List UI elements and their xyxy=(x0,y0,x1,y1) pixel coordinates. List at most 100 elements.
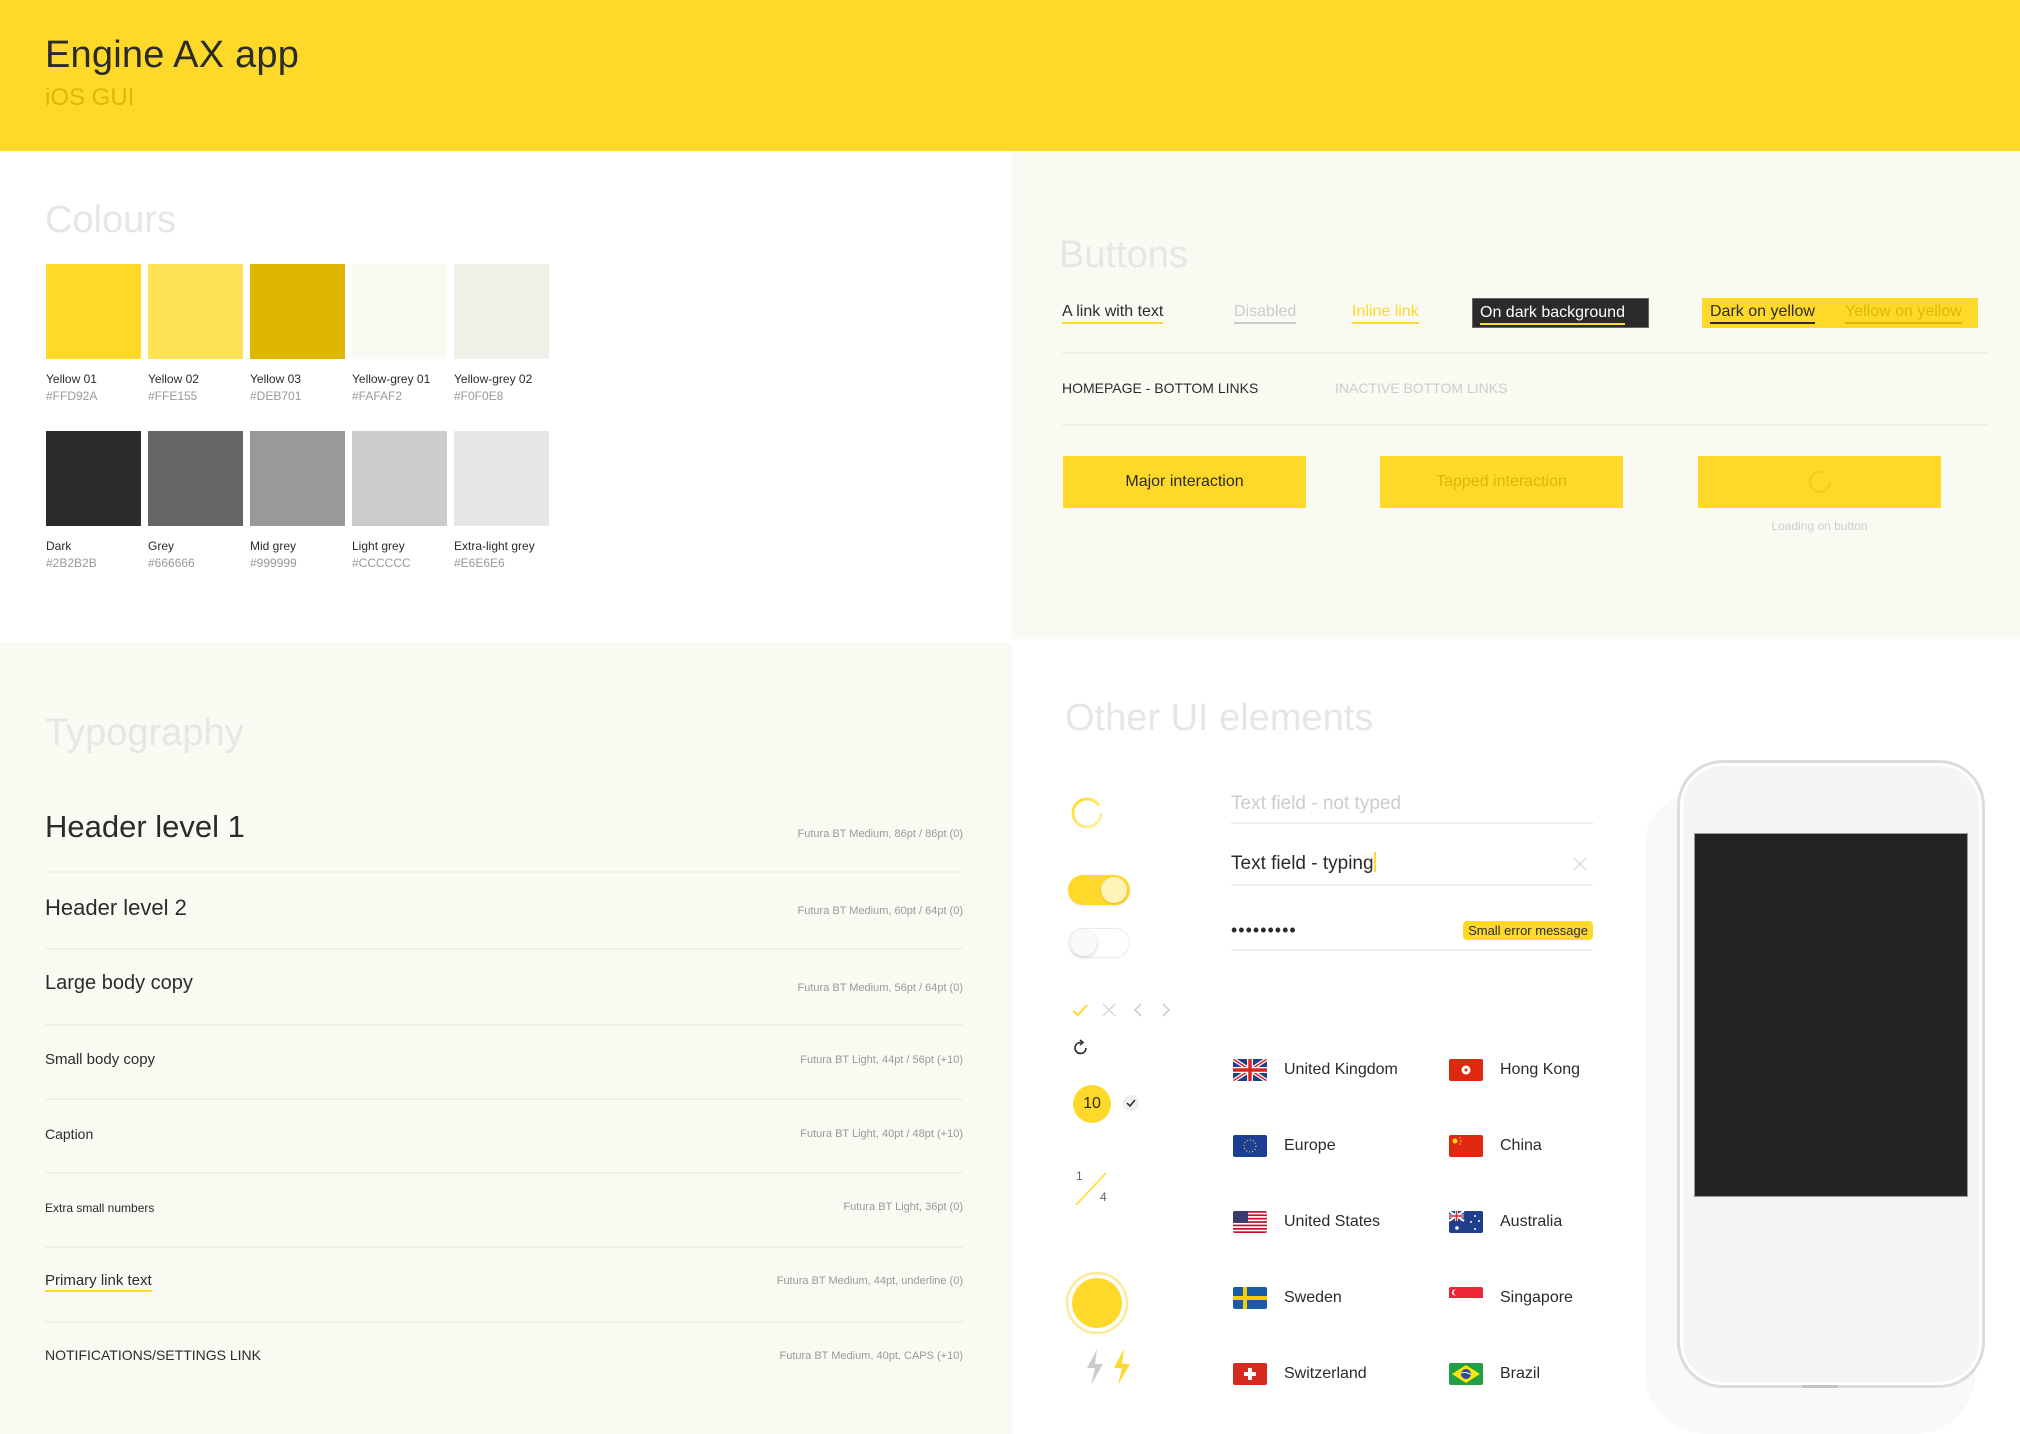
divider xyxy=(45,1172,963,1174)
app-title: Engine AX app xyxy=(45,34,300,76)
check-icon xyxy=(1072,1004,1088,1017)
colour-swatch: Grey #666666 xyxy=(148,431,243,570)
field-underline xyxy=(1231,884,1593,886)
flag-hk-icon xyxy=(1449,1059,1483,1081)
swatch-name: Yellow-grey 01 xyxy=(352,372,431,386)
country-item-eu[interactable]: Europe xyxy=(1233,1135,1336,1157)
typo-sample-h2: Header level 2 xyxy=(45,895,187,920)
country-item-ch[interactable]: Switzerland xyxy=(1233,1363,1367,1385)
link-inline[interactable]: Inline link xyxy=(1352,303,1419,324)
country-name: United Kingdom xyxy=(1284,1061,1398,1078)
swatch-name: Extra-light grey xyxy=(454,539,535,553)
phone-mockup xyxy=(1677,760,1985,1388)
country-name: China xyxy=(1500,1137,1542,1154)
swatch-chip xyxy=(46,431,141,526)
text-field-typing-value[interactable]: Text field - typing xyxy=(1231,853,1374,874)
swatch-chip xyxy=(250,431,345,526)
typo-meta: Futura BT Medium, 60pt / 64pt (0) xyxy=(797,905,963,917)
app-subtitle: iOS GUI xyxy=(45,84,135,111)
flag-sg-icon xyxy=(1449,1287,1483,1309)
divider xyxy=(45,1098,963,1100)
swatch-hex: #666666 xyxy=(148,556,195,570)
chevron-left-icon[interactable] xyxy=(1132,1002,1144,1018)
country-name: United States xyxy=(1284,1213,1381,1230)
colours-section: Colours Yellow 01 #FFD92A Yellow 02 #FFE155… xyxy=(0,151,1012,642)
country-item-hk[interactable]: Hong Kong xyxy=(1449,1059,1580,1081)
divider xyxy=(45,948,963,950)
colour-swatch: Yellow-grey 02 #F0F0E8 xyxy=(454,264,549,403)
country-name: Australia xyxy=(1500,1213,1563,1230)
divider xyxy=(45,1321,963,1323)
primary-link-text[interactable]: Primary link text xyxy=(45,1272,152,1292)
country-item-br[interactable]: Brazil xyxy=(1449,1363,1540,1385)
section-title-typography: Typography xyxy=(45,712,244,754)
fraction-slash xyxy=(1075,1172,1107,1206)
buttons-section: Buttons A link with text Disabled Inline… xyxy=(1012,151,2020,639)
link-on-dark[interactable]: On dark background xyxy=(1480,304,1625,325)
flag-au-icon xyxy=(1449,1211,1483,1233)
notifications-settings-link[interactable]: NOTIFICATIONS/SETTINGS LINK xyxy=(45,1347,261,1363)
typo-meta: Futura BT Medium, 40pt, CAPS (+10) xyxy=(779,1350,963,1362)
country-item-au[interactable]: Australia xyxy=(1449,1211,1562,1233)
swatch-hex: #2B2B2B xyxy=(46,556,97,570)
toggle-off[interactable] xyxy=(1068,928,1130,958)
colour-swatch: Dark #2B2B2B xyxy=(46,431,141,570)
bolt-yellow-icon xyxy=(1114,1349,1130,1385)
swatch-name: Grey xyxy=(148,539,175,553)
country-item-cn[interactable]: China xyxy=(1449,1135,1542,1157)
count-badge: 10 xyxy=(1073,1085,1111,1123)
typo-meta: Futura BT Medium, 44pt, underline (0) xyxy=(776,1275,963,1287)
link-with-text[interactable]: A link with text xyxy=(1062,303,1164,324)
country-name: Brazil xyxy=(1500,1365,1541,1382)
country-name: Singapore xyxy=(1500,1289,1573,1306)
major-interaction-button[interactable]: Major interaction xyxy=(1063,456,1306,508)
section-title-colours: Colours xyxy=(45,199,176,241)
yellow-background-box: Dark on yellow Yellow on yellow xyxy=(1702,298,1978,328)
dark-background-box: On dark background xyxy=(1472,298,1649,328)
colour-swatch: Yellow 01 #FFD92A xyxy=(46,264,141,403)
swatch-chip xyxy=(148,431,243,526)
field-underline xyxy=(1231,822,1593,824)
colour-swatch: Yellow 03 #DEB701 xyxy=(250,264,345,403)
country-item-uk[interactable]: United Kingdom xyxy=(1233,1059,1398,1081)
clear-field-icon[interactable] xyxy=(1573,857,1587,871)
text-field-empty[interactable] xyxy=(1231,791,1593,824)
close-icon[interactable] xyxy=(1101,1002,1117,1018)
text-cursor xyxy=(1373,852,1376,872)
typo-meta: Futura BT Medium, 86pt / 86pt (0) xyxy=(797,828,963,840)
typo-sample-large-body: Large body copy xyxy=(45,972,193,994)
swatch-chip xyxy=(454,264,549,359)
text-field-typing[interactable]: Text field - typing xyxy=(1231,852,1593,886)
country-name: Sweden xyxy=(1284,1289,1342,1306)
link-dark-on-yellow[interactable]: Dark on yellow xyxy=(1710,303,1815,324)
loading-button[interactable] xyxy=(1698,456,1941,508)
link-disabled: Disabled xyxy=(1234,303,1297,324)
bottom-link-active[interactable]: HOMEPAGE - BOTTOM LINKS xyxy=(1062,380,1258,396)
other-ui-section: Other UI elements 10 1 4 Text field - no… xyxy=(1012,639,2020,1434)
flag-eu-icon xyxy=(1233,1135,1267,1157)
country-item-us[interactable]: United States xyxy=(1233,1211,1380,1233)
swatch-chip xyxy=(250,264,345,359)
country-item-se[interactable]: Sweden xyxy=(1233,1287,1342,1309)
major-interaction-label: Major interaction xyxy=(1125,473,1244,490)
password-field[interactable]: ••••••••• Small error message xyxy=(1231,920,1593,951)
toggle-on[interactable] xyxy=(1068,875,1130,905)
divider xyxy=(45,871,963,873)
sun-icon xyxy=(1065,1271,1129,1335)
tapped-interaction-button[interactable]: Tapped interaction xyxy=(1380,456,1623,508)
fraction-indicator: 1 4 xyxy=(1074,1169,1114,1209)
text-field-empty-input[interactable] xyxy=(1231,791,1593,817)
password-value[interactable]: ••••••••• xyxy=(1231,920,1297,940)
divider xyxy=(45,1024,963,1026)
refresh-icon[interactable] xyxy=(1072,1039,1090,1057)
typography-section: Typography Header level 1 Futura BT Medi… xyxy=(0,642,1012,1434)
flag-se-icon xyxy=(1233,1287,1267,1309)
link-yellow-on-yellow[interactable]: Yellow on yellow xyxy=(1845,303,1962,324)
tapped-interaction-label: Tapped interaction xyxy=(1436,473,1567,490)
divider xyxy=(1062,424,1988,426)
chevron-right-icon[interactable] xyxy=(1160,1002,1172,1018)
country-item-sg[interactable]: Singapore xyxy=(1449,1287,1573,1309)
flag-uk-icon xyxy=(1233,1059,1267,1081)
loading-spinner-icon xyxy=(1808,470,1831,494)
colour-swatch: Yellow 02 #FFE155 xyxy=(148,264,243,403)
